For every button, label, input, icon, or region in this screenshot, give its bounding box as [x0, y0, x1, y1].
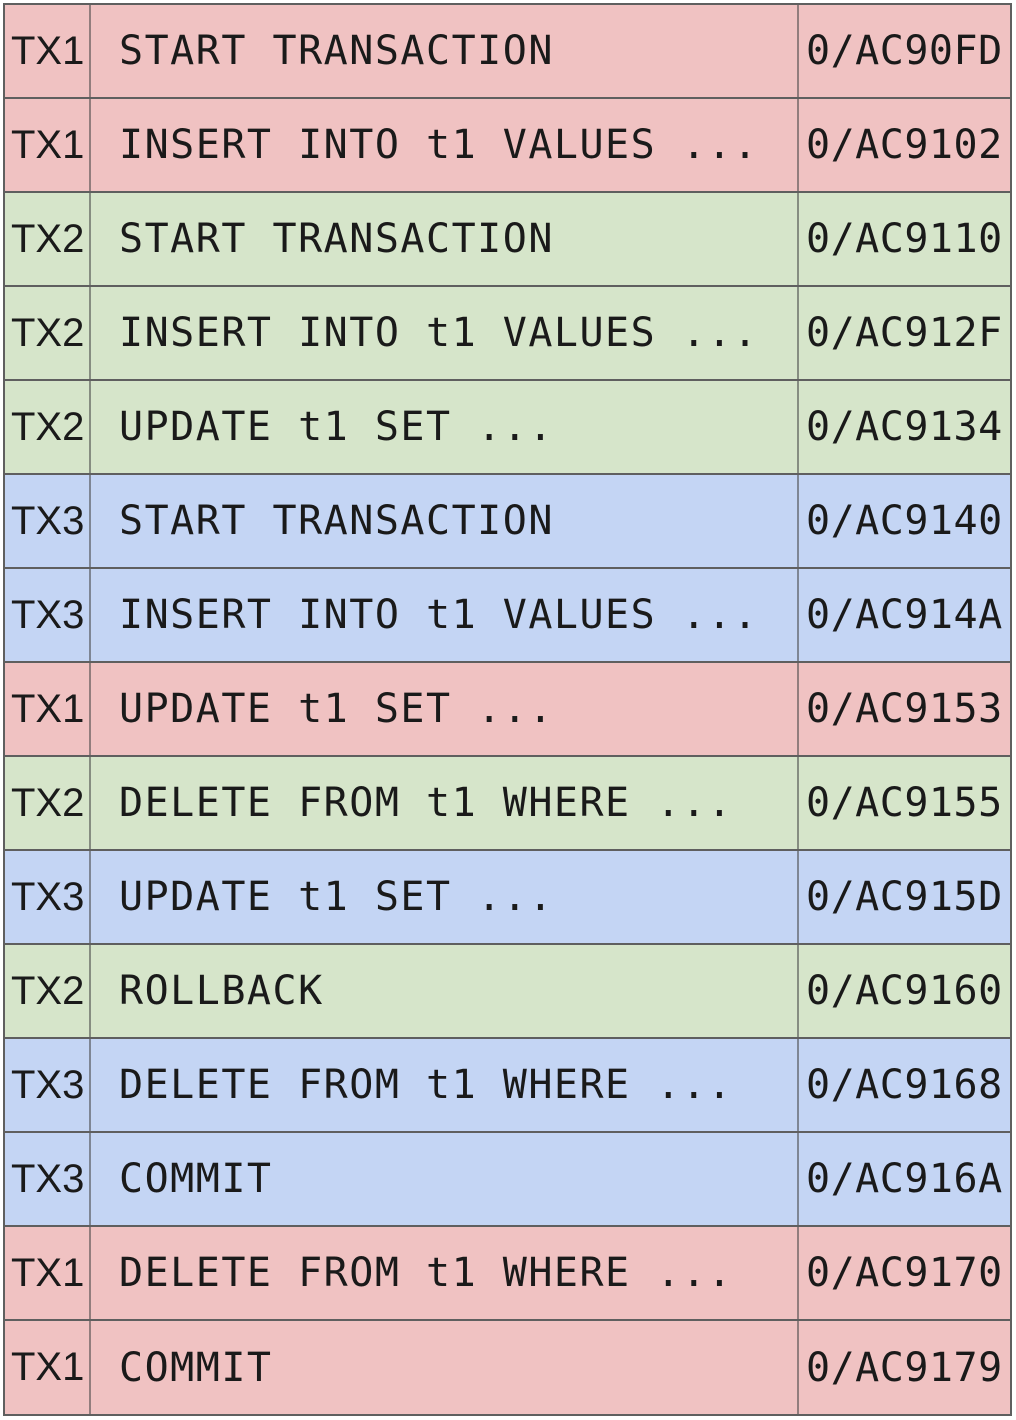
- transaction-id: TX3: [5, 1039, 91, 1131]
- log-row: TX2 ROLLBACK 0/AC9160: [5, 945, 1010, 1039]
- log-row: TX3 INSERT INTO t1 VALUES ... 0/AC914A: [5, 569, 1010, 663]
- transaction-id: TX3: [5, 1133, 91, 1225]
- lsn-value: 0/AC9153: [806, 686, 1003, 732]
- lsn-value: 0/AC916A: [806, 1156, 1003, 1202]
- log-row: TX2 DELETE FROM t1 WHERE ... 0/AC9155: [5, 757, 1010, 851]
- sql-statement: INSERT INTO t1 VALUES ...: [91, 99, 799, 191]
- transaction-id: TX1: [5, 663, 91, 755]
- transaction-id: TX3: [5, 569, 91, 661]
- sql-statement: ROLLBACK: [91, 945, 799, 1037]
- transaction-id: TX1: [5, 5, 91, 97]
- sql-statement: COMMIT: [91, 1133, 799, 1225]
- lsn-value: 0/AC9155: [806, 780, 1003, 826]
- sql-statement: UPDATE t1 SET ...: [91, 381, 799, 473]
- sql-statement: START TRANSACTION: [91, 475, 799, 567]
- lsn-value: 0/AC914A: [806, 592, 1003, 638]
- transaction-id: TX3: [5, 475, 91, 567]
- lsn-value: 0/AC915D: [806, 874, 1003, 920]
- sql-statement: UPDATE t1 SET ...: [91, 851, 799, 943]
- lsn-value: 0/AC912F: [806, 310, 1003, 356]
- transaction-id: TX2: [5, 945, 91, 1037]
- sql-statement: DELETE FROM t1 WHERE ...: [91, 1039, 799, 1131]
- log-row: TX1 COMMIT 0/AC9179: [5, 1321, 1010, 1416]
- transaction-id: TX2: [5, 381, 91, 473]
- log-row: TX2 UPDATE t1 SET ... 0/AC9134: [5, 381, 1010, 475]
- transaction-id: TX1: [5, 1321, 91, 1414]
- sql-statement: INSERT INTO t1 VALUES ...: [91, 569, 799, 661]
- lsn-value: 0/AC9140: [806, 498, 1003, 544]
- lsn-value: 0/AC90FD: [806, 28, 1003, 74]
- log-row: TX3 DELETE FROM t1 WHERE ... 0/AC9168: [5, 1039, 1010, 1133]
- sql-statement: INSERT INTO t1 VALUES ...: [91, 287, 799, 379]
- log-row: TX3 UPDATE t1 SET ... 0/AC915D: [5, 851, 1010, 945]
- log-row: TX1 START TRANSACTION 0/AC90FD: [5, 5, 1010, 99]
- transaction-id: TX1: [5, 99, 91, 191]
- lsn-value: 0/AC9102: [806, 122, 1003, 168]
- transaction-log-table: TX1 START TRANSACTION 0/AC90FD TX1 INSER…: [3, 3, 1012, 1416]
- sql-statement: UPDATE t1 SET ...: [91, 663, 799, 755]
- log-row: TX1 INSERT INTO t1 VALUES ... 0/AC9102: [5, 99, 1010, 193]
- transaction-id: TX2: [5, 287, 91, 379]
- transaction-id: TX1: [5, 1227, 91, 1319]
- transaction-id: TX2: [5, 757, 91, 849]
- log-row: TX1 UPDATE t1 SET ... 0/AC9153: [5, 663, 1010, 757]
- log-row: TX3 START TRANSACTION 0/AC9140: [5, 475, 1010, 569]
- sql-statement: START TRANSACTION: [91, 5, 799, 97]
- log-row: TX1 DELETE FROM t1 WHERE ... 0/AC9170: [5, 1227, 1010, 1321]
- lsn-value: 0/AC9134: [806, 404, 1003, 450]
- transaction-id: TX3: [5, 851, 91, 943]
- lsn-value: 0/AC9168: [806, 1062, 1003, 1108]
- sql-statement: DELETE FROM t1 WHERE ...: [91, 757, 799, 849]
- log-row: TX2 INSERT INTO t1 VALUES ... 0/AC912F: [5, 287, 1010, 381]
- lsn-value: 0/AC9160: [806, 968, 1003, 1014]
- lsn-value: 0/AC9179: [806, 1344, 1003, 1391]
- log-row: TX3 COMMIT 0/AC916A: [5, 1133, 1010, 1227]
- sql-statement: DELETE FROM t1 WHERE ...: [91, 1227, 799, 1319]
- lsn-value: 0/AC9110: [806, 216, 1003, 262]
- sql-statement: START TRANSACTION: [91, 193, 799, 285]
- lsn-value: 0/AC9170: [806, 1250, 1003, 1296]
- transaction-id: TX2: [5, 193, 91, 285]
- log-row: TX2 START TRANSACTION 0/AC9110: [5, 193, 1010, 287]
- sql-statement: COMMIT: [91, 1321, 799, 1414]
